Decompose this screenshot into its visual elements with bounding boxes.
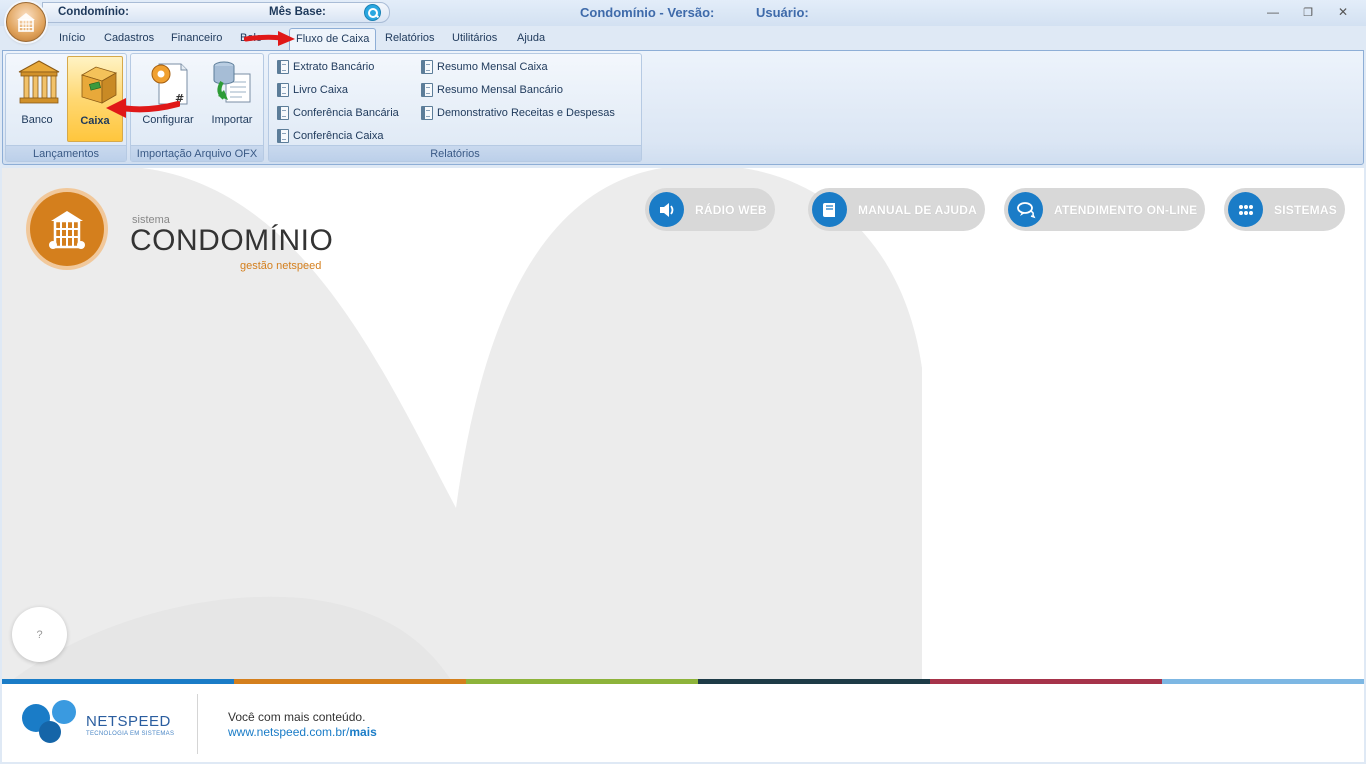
grid-dots-icon — [1228, 192, 1263, 227]
importar-button[interactable]: Importar — [203, 56, 261, 142]
conferencia-bancaria-item[interactable]: Conferência Bancária — [277, 104, 399, 122]
report-icon — [277, 60, 289, 74]
netspeed-link[interactable]: www.netspeed.com.br/mais — [228, 725, 377, 739]
extrato-bancario-item[interactable]: Extrato Bancário — [277, 58, 374, 76]
footer: NETSPEED TECNOLOGIA EM SISTEMAS Você com… — [2, 684, 1364, 762]
manual-de-ajuda-button[interactable]: MANUAL DE AJUDA — [808, 188, 985, 231]
sistemas-button[interactable]: SISTEMAS — [1224, 188, 1345, 231]
quick-access-toolbar: Condomínio: Mês Base: — [42, 2, 390, 23]
bank-icon — [18, 60, 60, 104]
usuario-label: Usuário: — [756, 5, 809, 20]
annotation-arrow — [244, 31, 295, 46]
footer-divider — [197, 694, 198, 754]
radio-web-button[interactable]: RÁDIO WEB — [645, 188, 775, 231]
livro-caixa-label: Livro Caixa — [293, 84, 349, 96]
atendimento-online-label: ATENDIMENTO ON-LINE — [1054, 202, 1198, 217]
logo-subtitle: gestão netspeed — [240, 260, 322, 272]
building-icon — [49, 211, 85, 249]
condominio-logo — [30, 192, 104, 266]
ribbon-group-relatorios: Extrato Bancário Livro Caixa Conferência… — [268, 53, 642, 162]
netspeed-brand: NETSPEED — [86, 713, 171, 730]
tab-cadastros[interactable]: Cadastros — [104, 32, 154, 44]
conferencia-bancaria-label: Conferência Bancária — [293, 107, 399, 119]
conferencia-caixa-item[interactable]: Conferência Caixa — [277, 127, 384, 145]
annotation-arrow — [106, 98, 180, 118]
conferencia-caixa-label: Conferência Caixa — [293, 130, 384, 142]
database-import-icon — [213, 61, 251, 103]
tab-inicio[interactable]: Início — [59, 32, 85, 44]
report-icon — [421, 106, 433, 120]
demonstrativo-receitas-despesas-item[interactable]: Demonstrativo Receitas e Despesas — [421, 104, 615, 122]
search-icon[interactable] — [364, 4, 381, 21]
atendimento-online-button[interactable]: ATENDIMENTO ON-LINE — [1004, 188, 1205, 231]
resumo-mensal-caixa-item[interactable]: Resumo Mensal Caixa — [421, 58, 548, 76]
close-button[interactable]: ✕ — [1326, 3, 1360, 21]
tab-ajuda[interactable]: Ajuda — [517, 32, 545, 44]
tab-fluxo-de-caixa[interactable]: Fluxo de Caixa — [289, 28, 377, 52]
report-icon — [277, 83, 289, 97]
restore-button[interactable]: ❐ — [1291, 3, 1325, 21]
netspeed-logo-icon — [22, 700, 76, 743]
report-icon — [421, 60, 433, 74]
resumo-mensal-bancario-item[interactable]: Resumo Mensal Bancário — [421, 81, 563, 99]
resumo-mensal-caixa-label: Resumo Mensal Caixa — [437, 61, 548, 73]
lancamentos-group-label: Lançamentos — [6, 145, 126, 161]
tab-relatorios[interactable]: Relatórios — [385, 32, 435, 44]
report-icon — [277, 106, 289, 120]
importar-label: Importar — [211, 114, 253, 126]
relatorios-group-label: Relatórios — [269, 145, 641, 161]
building-icon — [17, 13, 35, 32]
report-icon — [421, 83, 433, 97]
footer-text: Você com mais conteúdo. — [228, 710, 366, 724]
banco-label: Banco — [21, 114, 53, 126]
sistemas-label: SISTEMAS — [1274, 202, 1337, 217]
demonstrativo-receitas-despesas-label: Demonstrativo Receitas e Despesas — [437, 107, 615, 119]
banco-button[interactable]: Banco — [9, 56, 65, 142]
minimize-button[interactable]: — — [1256, 3, 1290, 21]
extrato-bancario-label: Extrato Bancário — [293, 61, 375, 73]
radio-web-label: RÁDIO WEB — [695, 202, 767, 217]
livro-caixa-item[interactable]: Livro Caixa — [277, 81, 348, 99]
importacao-group-label: Importação Arquivo OFX — [131, 145, 263, 161]
speaker-icon — [649, 192, 684, 227]
ribbon: Banco Caixa Lançamentos # Configurar Imp… — [2, 50, 1364, 165]
manual-de-ajuda-label: MANUAL DE AJUDA — [858, 202, 978, 217]
title-bar: Condomínio: Mês Base: Condomínio - Versã… — [0, 0, 1366, 26]
tab-utilitarios[interactable]: Utilitários — [452, 32, 497, 44]
help-button[interactable]: ? — [12, 607, 67, 662]
application-menu-button[interactable] — [6, 2, 46, 42]
link-prefix: www.netspeed.com.br/ — [228, 725, 350, 739]
book-icon — [812, 192, 847, 227]
home-content: sistema CONDOMÍNIO gestão netspeed RÁDIO… — [2, 168, 1364, 762]
menu-tabs: Início Cadastros Financeiro Bole Fluxo d… — [0, 26, 1366, 52]
resumo-mensal-bancario-label: Resumo Mensal Bancário — [437, 84, 563, 96]
report-icon — [277, 129, 289, 143]
netspeed-tagline: TECNOLOGIA EM SISTEMAS — [86, 731, 175, 737]
condominio-label: Condomínio: — [58, 6, 129, 18]
mes-base-label: Mês Base: — [269, 6, 326, 18]
app-title: Condomínio - Versão: — [580, 5, 715, 20]
chat-icon — [1008, 192, 1043, 227]
link-bold: mais — [349, 725, 377, 739]
tab-financeiro[interactable]: Financeiro — [171, 32, 222, 44]
logo-title: CONDOMÍNIO — [130, 224, 334, 257]
